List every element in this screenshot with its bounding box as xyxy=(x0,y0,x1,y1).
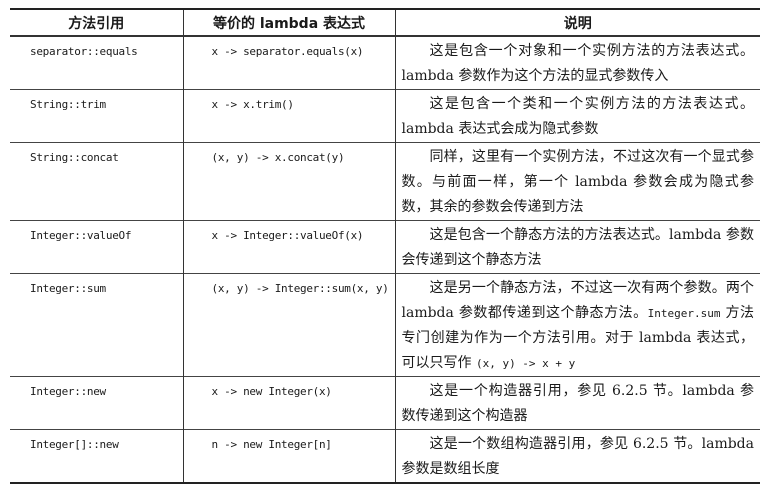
lambda-cell: n -> new Integer[n] xyxy=(182,429,395,483)
table-row: separator::equals x -> separator.equals(… xyxy=(10,35,760,90)
lambda-cell: x -> new Integer(x) xyxy=(182,376,395,430)
lambda-cell: x -> separator.equals(x) xyxy=(182,35,395,90)
method-reference-cell: Integer::sum xyxy=(10,273,183,377)
table-header-row: 方法引用 等价的 lambda 表达式 说明 xyxy=(10,9,760,37)
table-row: Integer::valueOf x -> Integer::valueOf(x… xyxy=(10,220,760,274)
lambda-cell: (x, y) -> x.concat(y) xyxy=(182,142,395,221)
method-reference-cell: Integer::new xyxy=(10,376,183,430)
method-reference-table: 方法引用 等价的 lambda 表达式 说明 separator::equals… xyxy=(10,8,760,484)
method-reference-cell: Integer[]::new xyxy=(10,429,183,483)
description-cell: 这是包含一个类和一个实例方法的方法表达式。lambda 表达式会成为隐式参数 xyxy=(394,89,760,143)
method-reference-cell: separator::equals xyxy=(10,35,183,90)
method-reference-cell: Integer::valueOf xyxy=(10,220,183,274)
table-row: Integer[]::new n -> new Integer[n] 这是一个数… xyxy=(10,429,760,483)
description-cell: 同样，这里有一个实例方法，不过这次有一个显式参数。与前面一样，第一个 lambd… xyxy=(394,142,760,221)
lambda-cell: x -> x.trim() xyxy=(182,89,395,143)
inline-code: (x, y) -> x + y xyxy=(475,357,576,370)
lambda-cell: x -> Integer::valueOf(x) xyxy=(182,220,395,274)
description-cell: 这是一个构造器引用，参见 6.2.5 节。lambda 参数传递到这个构造器 xyxy=(394,376,760,430)
method-reference-cell: String::concat xyxy=(10,142,183,221)
table-row: String::concat (x, y) -> x.concat(y) 同样，… xyxy=(10,142,760,221)
header-equivalent-lambda: 等价的 lambda 表达式 xyxy=(182,9,395,37)
header-description: 说明 xyxy=(394,9,760,37)
table-row: String::trim x -> x.trim() 这是包含一个类和一个实例方… xyxy=(10,89,760,143)
description-cell: 这是包含一个对象和一个实例方法的方法表达式。lambda 参数作为这个方法的显式… xyxy=(394,35,760,90)
lambda-cell: (x, y) -> Integer::sum(x, y) xyxy=(182,273,395,377)
description-cell: 这是包含一个静态方法的方法表达式。lambda 参数会传递到这个静态方法 xyxy=(394,220,760,274)
inline-code: Integer.sum xyxy=(647,307,721,320)
table-row: Integer::sum (x, y) -> Integer::sum(x, y… xyxy=(10,273,760,377)
description-cell: 这是一个数组构造器引用，参见 6.2.5 节。lambda 参数是数组长度 xyxy=(394,429,760,483)
description-cell: 这是另一个静态方法，不过这一次有两个参数。两个 lambda 参数都传递到这个静… xyxy=(394,273,760,377)
method-reference-cell: String::trim xyxy=(10,89,183,143)
table-row: Integer::new x -> new Integer(x) 这是一个构造器… xyxy=(10,376,760,430)
header-method-reference: 方法引用 xyxy=(10,9,183,37)
